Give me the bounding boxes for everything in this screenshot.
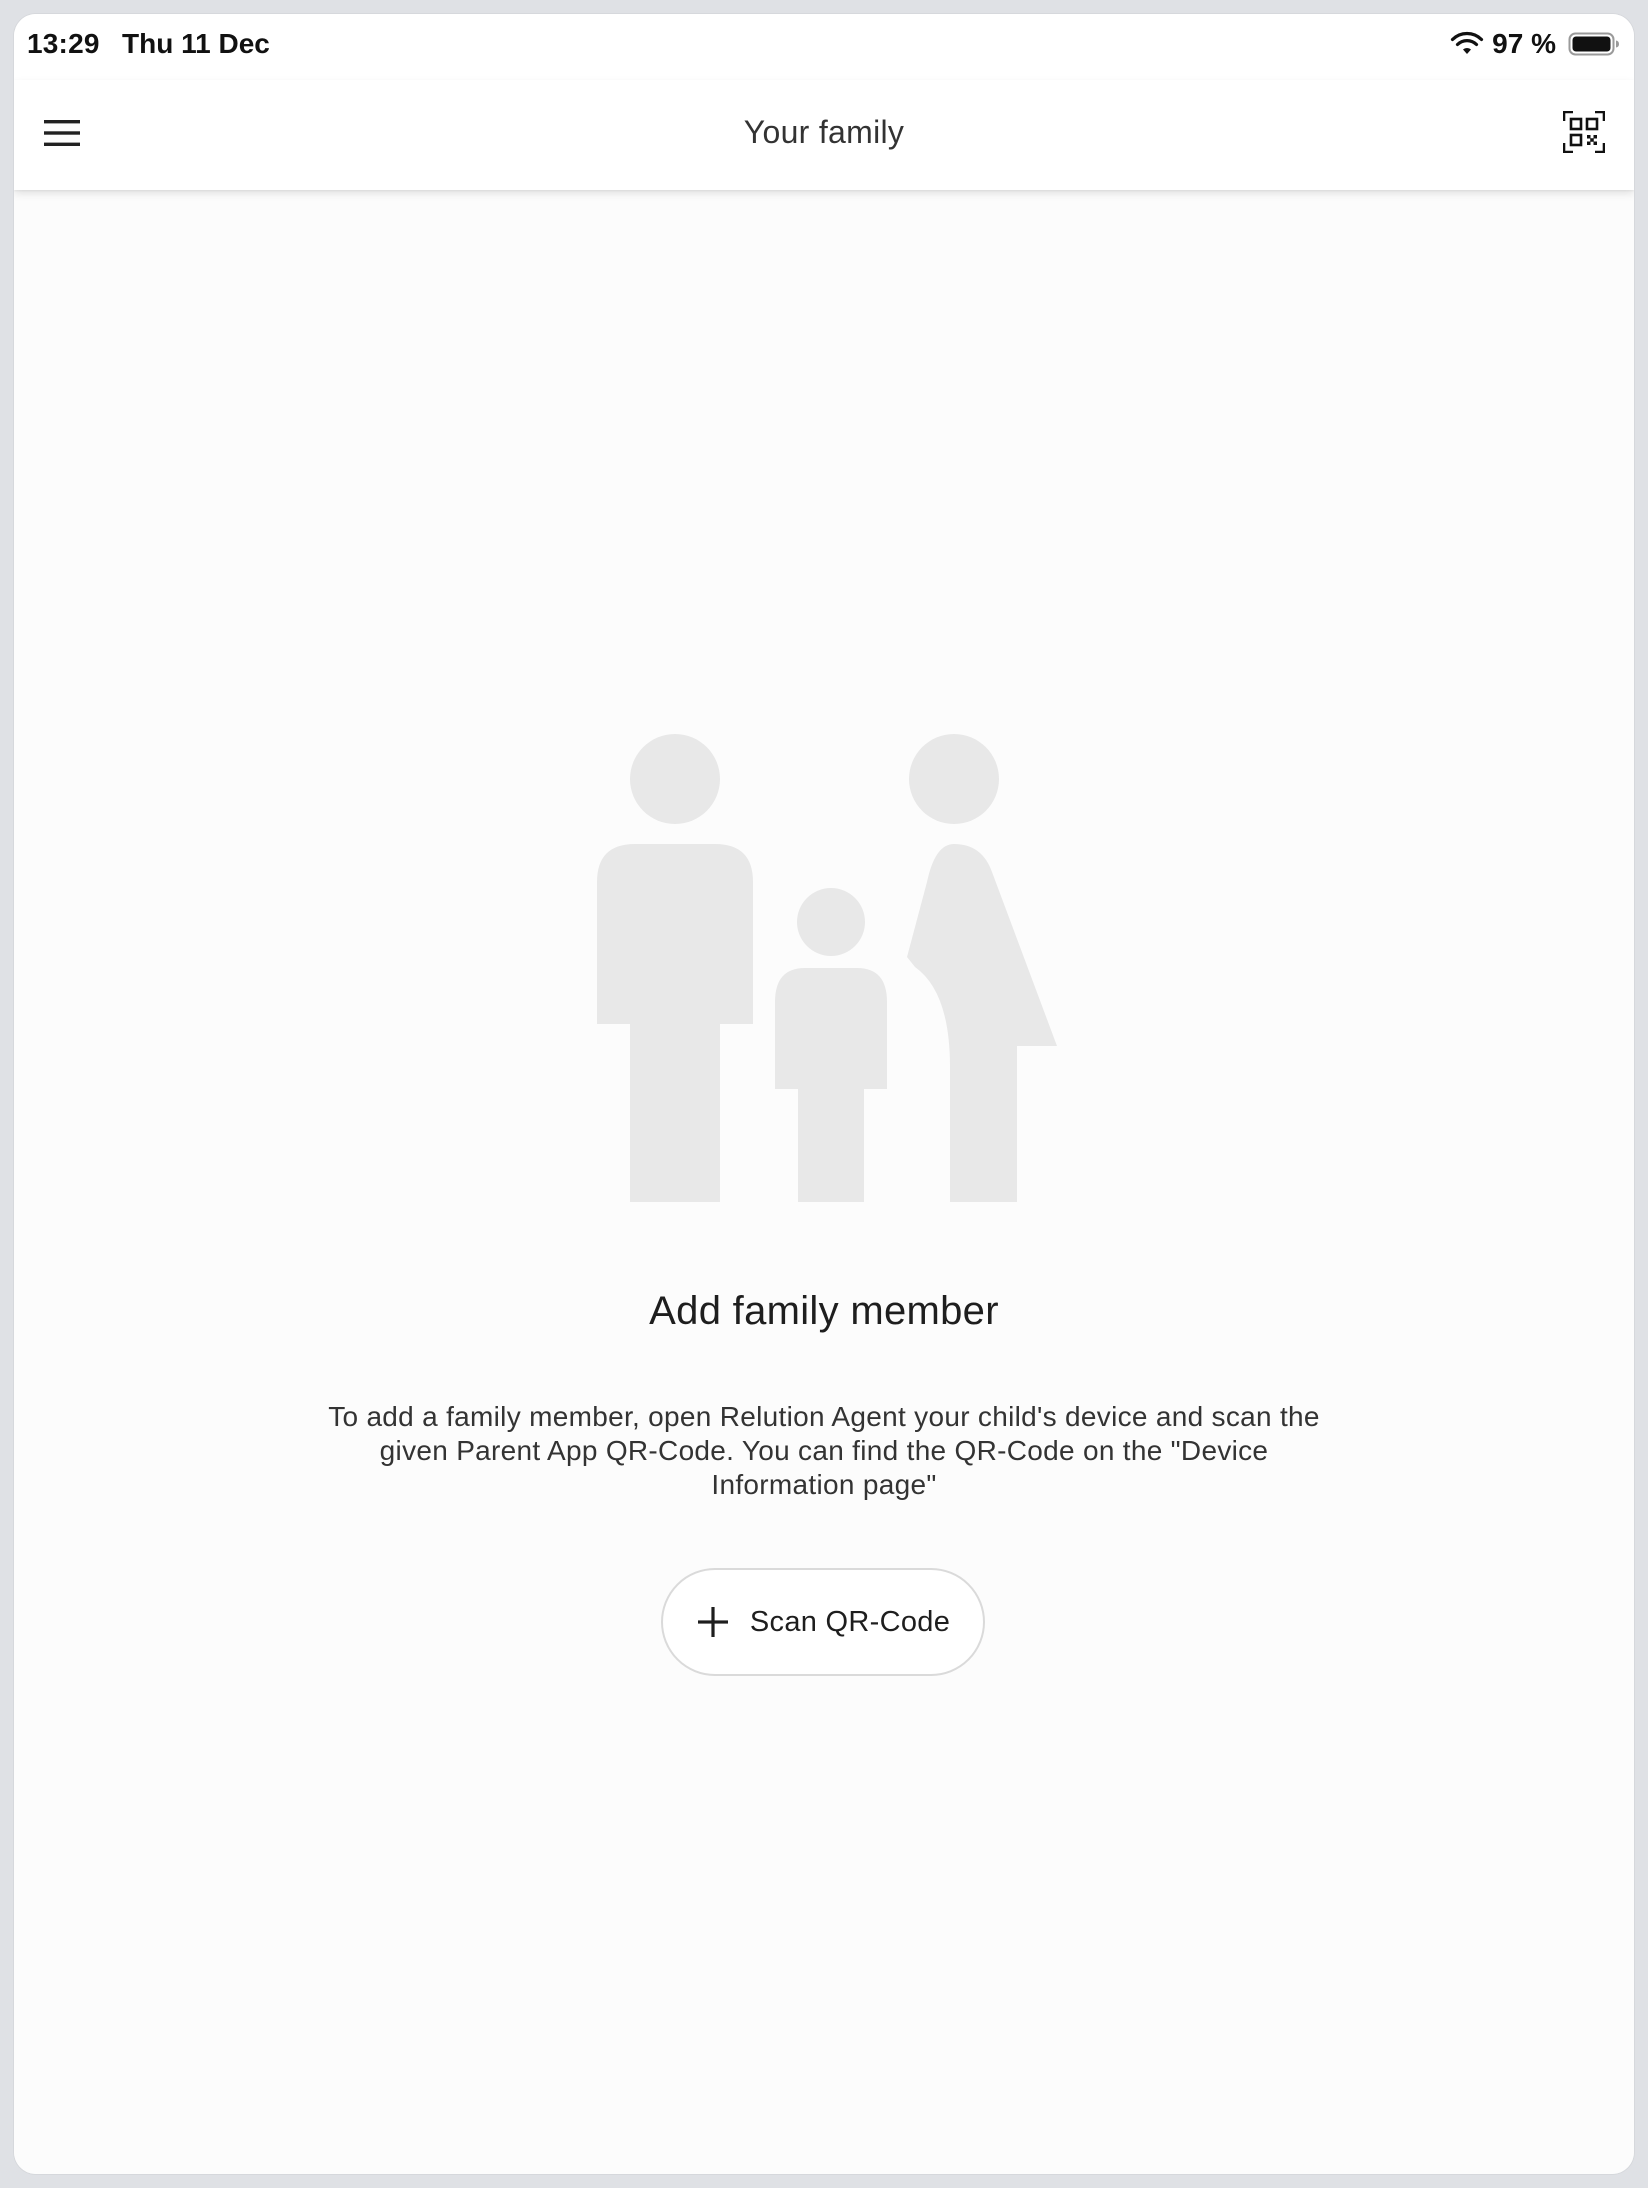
wifi-icon bbox=[1450, 31, 1484, 57]
scan-button-label: Scan QR-Code bbox=[749, 1605, 951, 1638]
status-date: Thu 11 Dec bbox=[122, 28, 270, 59]
plus-icon bbox=[696, 1605, 730, 1639]
battery-icon bbox=[1568, 31, 1620, 57]
family-illustration bbox=[597, 732, 1077, 1202]
qr-scan-button[interactable] bbox=[1556, 106, 1612, 162]
main-content: Add family member To add a family member… bbox=[14, 190, 1634, 2174]
app-bar: Your family bbox=[14, 80, 1634, 190]
battery-percentage: 97 % bbox=[1492, 28, 1556, 59]
status-bar: 13:29 Thu 11 Dec 97 % bbox=[14, 14, 1634, 80]
empty-state-description: To add a family member, open Relution Ag… bbox=[328, 1401, 1320, 1500]
qr-code-scan-icon bbox=[1562, 110, 1606, 158]
page-title: Your family bbox=[743, 114, 905, 150]
status-time: 13:29 bbox=[27, 28, 100, 59]
device-screen: 13:29 Thu 11 Dec 97 % Your family Add fa… bbox=[14, 14, 1634, 2174]
scan-qr-code-button[interactable]: Scan QR-Code bbox=[661, 1568, 985, 1676]
status-indicators: 97 % bbox=[1450, 28, 1620, 60]
empty-state-heading: Add family member bbox=[649, 1289, 999, 1333]
